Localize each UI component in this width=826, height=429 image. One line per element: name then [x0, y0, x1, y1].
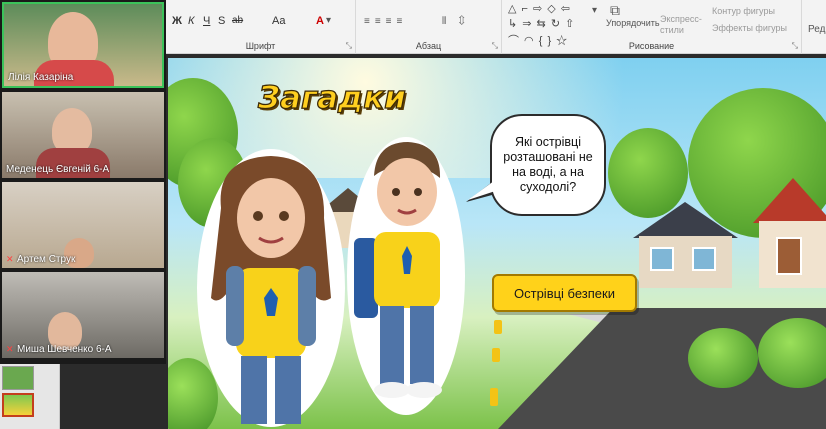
font-dialog-launcher-icon[interactable]: ⤡ — [346, 41, 352, 51]
font-group-label: Шрифт — [245, 41, 276, 51]
house-illustration — [753, 178, 826, 288]
editing-group-label[interactable]: Ред — [808, 24, 825, 35]
column-icons[interactable]: ⫴ ⇕ — [442, 16, 470, 27]
slide-thumbnail[interactable] — [2, 366, 34, 390]
participant-name: Лілія Казаріна — [8, 72, 74, 83]
road-marking — [490, 388, 498, 406]
drawing-group: △ ⌐ ⇨ ◇ ⇦ ↳ ⇒ ⇆ ↻ ⇧ ⌒ ◠ { } ☆ ▾ ⧉ Упоряд… — [502, 0, 802, 54]
alignment-icons[interactable]: ≡≡≡≡ — [364, 16, 407, 27]
slide-canvas[interactable]: Загадки Які острівці розташовані не на в… — [168, 58, 826, 429]
quick-styles-button[interactable]: Экспресс-стили — [660, 14, 702, 36]
participant-tile[interactable]: Лілія Казаріна — [2, 2, 164, 88]
bush — [688, 328, 758, 388]
paragraph-dialog-launcher-icon[interactable]: ⤡ — [492, 41, 498, 51]
bold-button[interactable]: Ж — [172, 15, 182, 27]
participant-tile[interactable]: ✕ Артем Струк — [2, 182, 164, 268]
participant-tile[interactable]: ✕ Миша Шевченко 6-А — [2, 272, 164, 358]
shadow-button[interactable]: S — [218, 15, 225, 27]
road-marking — [492, 348, 500, 362]
shape-outline-button[interactable]: Контур фигуры — [712, 6, 775, 16]
ribbon: Ж К Ч S ab Aa A ▾ Шрифт ⤡ ≡≡≡≡ ⫴ ⇕ Абзац… — [166, 0, 826, 54]
font-group: Ж К Ч S ab Aa A ▾ Шрифт ⤡ — [166, 0, 356, 54]
participant-name: Артем Струк — [17, 254, 76, 265]
house-illustration — [633, 198, 738, 288]
girl-character-illustration — [196, 148, 346, 429]
answer-button[interactable]: Острівці безпеки — [492, 274, 637, 312]
slide-title: Загадки — [257, 79, 406, 116]
shape-effects-button[interactable]: Эффекты фигуры — [712, 23, 787, 33]
screen-root: Ж К Ч S ab Aa A ▾ Шрифт ⤡ ≡≡≡≡ ⫴ ⇕ Абзац… — [0, 0, 826, 429]
riddle-question: Які острівці розташовані не на воді, а н… — [503, 135, 593, 194]
font-color-button[interactable]: A — [316, 15, 324, 27]
paragraph-group: ≡≡≡≡ ⫴ ⇕ Абзац ⤡ — [356, 0, 502, 54]
slide-thumbnail-active[interactable] — [2, 393, 34, 417]
strikethrough-button[interactable]: ab — [232, 15, 243, 26]
chevron-down-icon[interactable]: ▾ — [326, 15, 331, 26]
mic-off-icon: ✕ — [6, 344, 14, 354]
shapes-scroll-icon[interactable]: ▾ — [592, 5, 597, 16]
video-participants-panel: Лілія Казаріна Меденець Євгеній 6-А ✕ Ар… — [0, 0, 166, 364]
drawing-dialog-launcher-icon[interactable]: ⤡ — [792, 41, 798, 51]
participant-name: Меденець Євгеній 6-А — [6, 164, 110, 175]
arrange-icon[interactable]: ⧉ — [610, 2, 620, 19]
road-marking — [494, 320, 502, 334]
drawing-group-label: Рисование — [628, 41, 675, 51]
boy-character-illustration — [346, 136, 466, 416]
underline-button[interactable]: Ч — [203, 15, 210, 27]
shapes-gallery-icon[interactable]: △ ⌐ ⇨ ◇ ⇦ — [508, 2, 571, 15]
participant-tile[interactable]: Меденець Євгеній 6-А — [2, 92, 164, 178]
participant-name: Миша Шевченко 6-А — [17, 344, 112, 355]
italic-button[interactable]: К — [188, 15, 194, 27]
paragraph-group-label: Абзац — [415, 41, 442, 51]
shapes-gallery-icon[interactable]: ↳ ⇒ ⇆ ↻ ⇧ — [508, 17, 575, 30]
speech-bubble: Які острівці розташовані не на воді, а н… — [490, 114, 606, 216]
change-case-button[interactable]: Aa — [272, 15, 285, 27]
mic-off-icon: ✕ — [6, 254, 14, 264]
arrange-button[interactable]: Упорядочить — [606, 18, 660, 28]
